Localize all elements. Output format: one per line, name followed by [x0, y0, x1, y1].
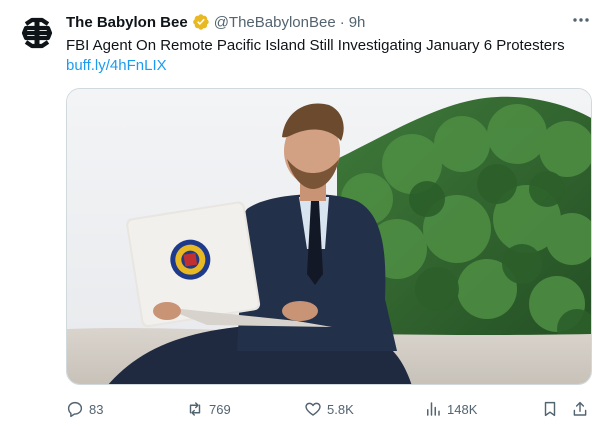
- reply-count: 83: [89, 401, 104, 417]
- avatar[interactable]: [18, 14, 56, 52]
- heart-icon: [305, 402, 321, 416]
- like-count: 5.8K: [327, 401, 354, 417]
- views-chart-icon: [427, 402, 440, 416]
- photo-man-in-suit-with-laptop-on-beach: [67, 89, 591, 384]
- share-icon: [573, 401, 587, 416]
- verified-badge-icon[interactable]: [192, 13, 210, 31]
- more-horizontal-icon: [573, 18, 589, 22]
- bookmark-icon: [544, 401, 556, 417]
- tweet-timestamp[interactable]: 9h: [349, 14, 366, 31]
- author-handle[interactable]: @TheBabylonBee: [214, 14, 336, 31]
- views-button[interactable]: 148K: [424, 396, 477, 422]
- tweet-card[interactable]: The Babylon Bee @TheBabylonBee · 9h FBI …: [0, 0, 609, 431]
- bookmark-button[interactable]: [541, 396, 559, 422]
- views-count: 148K: [447, 401, 478, 417]
- tweet-action-bar: 83 769 5.8K 148K: [60, 396, 600, 422]
- like-button[interactable]: 5.8K: [304, 396, 354, 422]
- reply-icon: [67, 401, 83, 418]
- more-options-button[interactable]: [569, 10, 593, 30]
- tweet-link[interactable]: buff.ly/4hFnLIX: [66, 56, 167, 76]
- reply-button[interactable]: 83: [66, 396, 103, 422]
- author-name[interactable]: The Babylon Bee: [66, 14, 188, 31]
- share-button[interactable]: [571, 396, 589, 422]
- tweet-text: FBI Agent On Remote Pacific Island Still…: [66, 37, 565, 54]
- bee-logo-icon: [18, 14, 56, 52]
- tweet-media-image[interactable]: [66, 88, 592, 385]
- repost-icon: [189, 402, 201, 416]
- repost-count: 769: [209, 401, 231, 417]
- tweet-header: The Babylon Bee @TheBabylonBee · 9h: [66, 12, 365, 32]
- separator-dot: ·: [339, 13, 345, 31]
- repost-button[interactable]: 769: [186, 396, 231, 422]
